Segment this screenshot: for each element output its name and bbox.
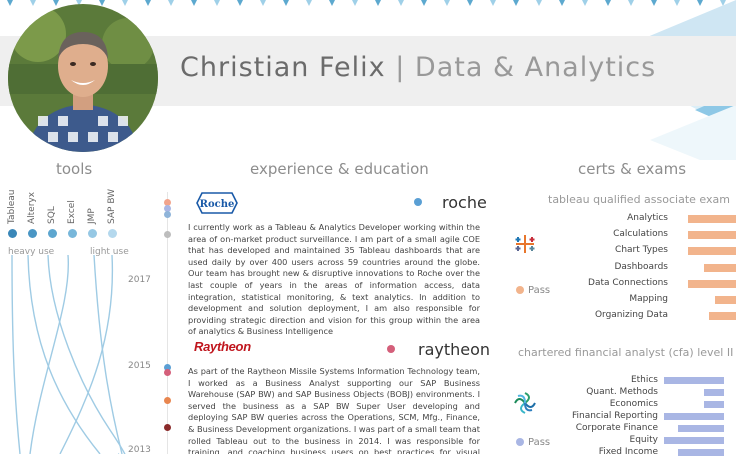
tool-dot-tableau[interactable]: [8, 229, 17, 238]
raytheon-description: As part of the Raytheon Missile Systems …: [188, 366, 480, 454]
tools-title: tools: [56, 160, 93, 178]
category-label: Analytics: [627, 213, 668, 223]
timeline-dot[interactable]: [164, 424, 171, 431]
timeline-dot[interactable]: [164, 397, 171, 404]
bar[interactable]: [664, 413, 724, 420]
category-label: Ethics: [630, 375, 658, 385]
bar[interactable]: [664, 377, 724, 384]
status-dot: [516, 438, 524, 446]
category-label: Financial Reporting: [571, 411, 658, 421]
timeline-dot[interactable]: [164, 369, 171, 376]
category-label: Fixed Income: [598, 447, 658, 457]
roche-logo-text: Roche: [200, 199, 235, 210]
raytheon-dot: [387, 345, 395, 353]
tableau-exam-title: tableau qualified associate exam: [548, 193, 730, 206]
timeline-dot[interactable]: [164, 211, 171, 218]
category-label: Dashboards: [614, 261, 668, 272]
tableau-logo-icon: [514, 233, 536, 259]
roche-description: I currently work as a Tableau & Analytic…: [188, 222, 480, 337]
profile-photo: [8, 4, 158, 152]
tool-dot-jmp[interactable]: [88, 229, 97, 238]
category-label: Organizing Data: [594, 310, 668, 321]
tool-label-alteryx: Alteryx: [27, 191, 37, 224]
bar[interactable]: [688, 215, 736, 223]
bar[interactable]: [703, 401, 724, 408]
roche-logo: Roche: [196, 192, 238, 218]
tool-label-tableau: Tableau: [7, 189, 17, 225]
person-name: Christian Felix: [180, 52, 386, 83]
timeline-dot[interactable]: [164, 231, 171, 238]
title-separator: |: [395, 52, 406, 83]
bar[interactable]: [677, 425, 724, 432]
experience-title: experience & education: [250, 160, 429, 178]
cfa-status: Pass: [516, 437, 550, 448]
bar[interactable]: [688, 279, 736, 288]
year-2015: 2015: [128, 361, 151, 371]
category-label: Economics: [609, 399, 658, 409]
category-label: Chart Types: [615, 245, 668, 256]
person-role: Data & Analytics: [414, 52, 657, 83]
bar[interactable]: [688, 247, 736, 256]
category-label: Quant. Methods: [586, 387, 658, 397]
certs-title: certs & exams: [578, 160, 687, 178]
bar[interactable]: [688, 231, 736, 240]
bar[interactable]: [714, 296, 736, 304]
tool-label-excel: Excel: [67, 200, 77, 224]
tool-label-sql: SQL: [47, 206, 57, 224]
year-2017: 2017: [128, 275, 151, 285]
cfa-status-text: Pass: [528, 437, 551, 448]
tool-dot-excel[interactable]: [68, 229, 77, 238]
bar[interactable]: [704, 263, 736, 272]
bar[interactable]: [677, 449, 724, 456]
tool-dot-alteryx[interactable]: [28, 229, 37, 238]
tableau-status: Pass: [516, 285, 550, 296]
bar[interactable]: [703, 389, 724, 396]
status-dot: [516, 286, 524, 294]
cfa-logo-icon: [513, 391, 537, 419]
category-label: Data Connections: [588, 277, 668, 288]
page-title: Christian Felix | Data & Analytics: [180, 52, 656, 83]
category-label: Calculations: [613, 229, 668, 240]
tool-label-jmp: JMP: [87, 208, 97, 224]
company-roche: roche: [442, 193, 487, 212]
tool-dot-sap-bw[interactable]: [108, 229, 117, 238]
category-label: Corporate Finance: [575, 423, 658, 433]
cfa-exam-title: chartered financial analyst (cfa) level …: [518, 346, 734, 359]
bar[interactable]: [709, 312, 736, 321]
roche-dot: [414, 198, 422, 206]
tool-label-sap-bw: SAP BW: [107, 188, 117, 224]
category-label: Mapping: [629, 294, 668, 304]
tableau-status-text: Pass: [528, 285, 551, 296]
category-label: Equity: [629, 435, 658, 445]
tool-dot-sql[interactable]: [48, 229, 57, 238]
company-raytheon: raytheon: [418, 340, 491, 359]
raytheon-logo: Raytheon: [194, 339, 251, 354]
bar[interactable]: [664, 437, 724, 444]
